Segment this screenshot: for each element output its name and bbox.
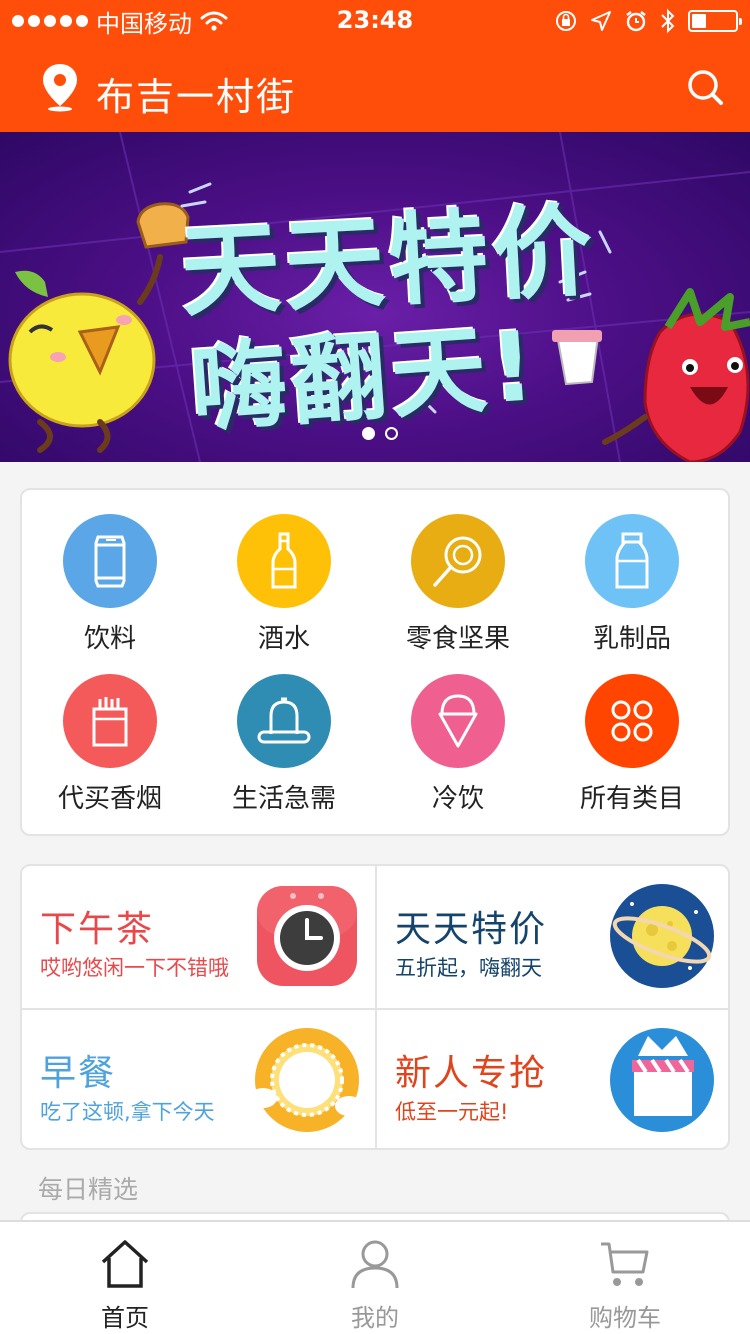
promo-banner[interactable]: 天天特价 嗨翻天! — [0, 132, 750, 462]
clock-app-icon — [257, 886, 357, 986]
promo-subtitle: 低至一元起! — [395, 1100, 509, 1124]
coffee-cup-character — [552, 330, 602, 386]
category-label: 冷饮 — [431, 784, 484, 814]
grid-circles-icon — [585, 674, 679, 768]
milk-bottle-icon — [585, 514, 679, 608]
bluetooth-icon — [661, 8, 675, 34]
condom-icon — [237, 674, 331, 768]
promo-subtitle: 哎哟悠闲一下不错哦 — [40, 956, 229, 980]
tab-cart[interactable]: 购物车 — [500, 1222, 750, 1334]
promo-afternoon-tea[interactable]: 下午茶 哎哟悠闲一下不错哦 — [22, 866, 375, 1008]
tab-label: 我的 — [351, 1304, 399, 1332]
tab-profile[interactable]: 我的 — [250, 1222, 500, 1334]
ice-cream-icon — [411, 674, 505, 768]
category-all[interactable]: 所有类目 — [552, 674, 712, 824]
promo-title: 新人专抢 — [395, 1053, 548, 1094]
category-label: 饮料 — [83, 624, 136, 654]
map-pin-icon[interactable] — [40, 62, 80, 112]
user-icon — [351, 1240, 399, 1289]
tab-home[interactable]: 首页 — [0, 1222, 250, 1334]
battery-icon — [688, 10, 742, 32]
promo-breakfast[interactable]: 早餐 吃了这顿,拿下今天 — [22, 1010, 375, 1148]
category-cigarettes[interactable]: 代买香烟 — [30, 674, 190, 824]
category-liquor[interactable]: 酒水 — [204, 514, 364, 664]
tab-label: 首页 — [101, 1304, 149, 1332]
current-location[interactable]: 布吉一村街 — [96, 66, 296, 121]
lemon-character — [8, 254, 163, 453]
can-icon — [63, 514, 157, 608]
tab-label: 购物车 — [589, 1304, 661, 1332]
bottom-tab-bar: 首页 我的 购物车 — [0, 1220, 750, 1334]
section-title-daily: 每日精选 — [38, 1175, 139, 1204]
category-label: 酒水 — [257, 624, 310, 654]
promo-grid: 下午茶 哎哟悠闲一下不错哦 天天特价 五折起，嗨翻天 早餐 吃了这顿,拿下今天 — [20, 864, 730, 1150]
category-label: 乳制品 — [592, 624, 671, 654]
pager-dot-active[interactable] — [362, 427, 375, 440]
promo-title: 早餐 — [40, 1053, 117, 1094]
category-essentials[interactable]: 生活急需 — [204, 674, 364, 824]
promo-subtitle: 五折起，嗨翻天 — [395, 956, 542, 980]
pager-dot[interactable] — [385, 427, 398, 440]
category-grid: 饮料 酒水 零食坚果 乳制品 代买香烟 生活急需 冷饮 所有类目 — [20, 488, 730, 836]
moon-planet-icon — [610, 884, 714, 988]
location-arrow-icon — [591, 11, 611, 31]
promo-daily-deals[interactable]: 天天特价 五折起，嗨翻天 — [377, 866, 728, 1008]
strawberry-character — [602, 288, 750, 462]
status-right — [554, 6, 742, 36]
category-label: 代买香烟 — [57, 784, 162, 814]
bottle-icon — [237, 514, 331, 608]
cigarette-pack-icon — [63, 674, 157, 768]
category-label: 生活急需 — [231, 784, 336, 814]
banner-pager[interactable] — [362, 427, 398, 440]
category-cold-drinks[interactable]: 冷饮 — [378, 674, 538, 824]
promo-title: 天天特价 — [395, 909, 548, 950]
category-snacks[interactable]: 零食坚果 — [378, 514, 538, 664]
rotation-lock-icon — [556, 11, 576, 31]
top-header: 中国移动 23:48 布吉一村街 — [0, 0, 750, 132]
category-drinks[interactable]: 饮料 — [30, 514, 190, 664]
category-label: 零食坚果 — [405, 624, 510, 654]
category-dairy[interactable]: 乳制品 — [552, 514, 712, 664]
status-bar: 中国移动 23:48 — [0, 0, 750, 40]
search-icon[interactable] — [684, 66, 726, 108]
lollipop-icon — [411, 514, 505, 608]
clapperboard-icon — [610, 1028, 714, 1132]
alarm-icon — [626, 11, 646, 32]
sun-icon — [253, 1028, 361, 1132]
home-icon — [101, 1240, 149, 1288]
promo-subtitle: 吃了这顿,拿下今天 — [40, 1100, 215, 1124]
cart-icon — [601, 1242, 649, 1286]
promo-title: 下午茶 — [40, 909, 155, 950]
category-label: 所有类目 — [579, 784, 684, 814]
promo-newcomer[interactable]: 新人专抢 低至一元起! — [377, 1010, 728, 1148]
